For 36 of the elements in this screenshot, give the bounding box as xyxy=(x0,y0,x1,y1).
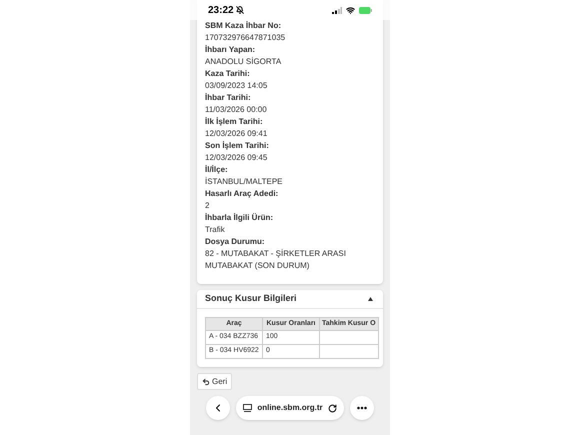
url-text: online.sbm.org.tr xyxy=(257,402,323,414)
reload-icon[interactable] xyxy=(328,404,337,412)
bell-off-icon xyxy=(236,6,244,14)
field-value: İSTANBUL/MALTEPE xyxy=(205,176,284,188)
back-button[interactable]: Geri xyxy=(197,373,232,390)
field-label: Hasarlı Araç Adedi: xyxy=(205,188,280,200)
table-cell xyxy=(320,330,378,344)
field-label: İhbar Tarihi: xyxy=(205,92,252,104)
address-bar[interactable]: online.sbm.org.tr xyxy=(236,396,344,420)
field-label: Dosya Durumu: xyxy=(205,236,266,248)
field-label: İhbarla İlgili Ürün: xyxy=(205,212,274,224)
more-button[interactable] xyxy=(350,396,374,420)
field-label: Son İşlem Tarihi: xyxy=(205,140,270,152)
wifi-icon xyxy=(346,6,355,14)
field-label: İl/İlçe: xyxy=(205,164,229,176)
collapse-toggle[interactable] xyxy=(368,297,373,301)
field-value: 170732976647871035 xyxy=(205,32,286,44)
field-label: Kaza Tarihi: xyxy=(205,68,251,80)
field-value: Trafik xyxy=(205,224,226,236)
field-value: 82 - MUTABAKAT - ŞİRKETLER ARASI MUTABAKAT (SON DURUM) xyxy=(205,248,347,272)
field-value: 03/09/2023 14:05 xyxy=(205,80,268,92)
field-label: İlk İşlem Tarihi: xyxy=(205,116,264,128)
field-value: 12/03/2026 09:45 xyxy=(205,152,268,164)
battery-icon xyxy=(359,6,372,14)
field-label: İhbarı Yapan: xyxy=(205,44,256,56)
field-value: 11/03/2026 00:00 xyxy=(205,104,268,116)
panel-title: Sonuç Kusur Bilgileri xyxy=(205,292,297,306)
caret-up-icon xyxy=(368,297,373,301)
signal-icon xyxy=(332,6,342,14)
field-value: 2 xyxy=(205,200,210,212)
field-label: SBM Kaza İhbar No: xyxy=(205,20,282,32)
field-value: 12/03/2026 09:41 xyxy=(205,128,268,140)
table-cell xyxy=(320,344,378,358)
status-time: 23:22 xyxy=(208,4,234,18)
field-value: ANADOLU SİGORTA xyxy=(205,56,282,68)
reply-arrow-icon xyxy=(202,378,210,386)
